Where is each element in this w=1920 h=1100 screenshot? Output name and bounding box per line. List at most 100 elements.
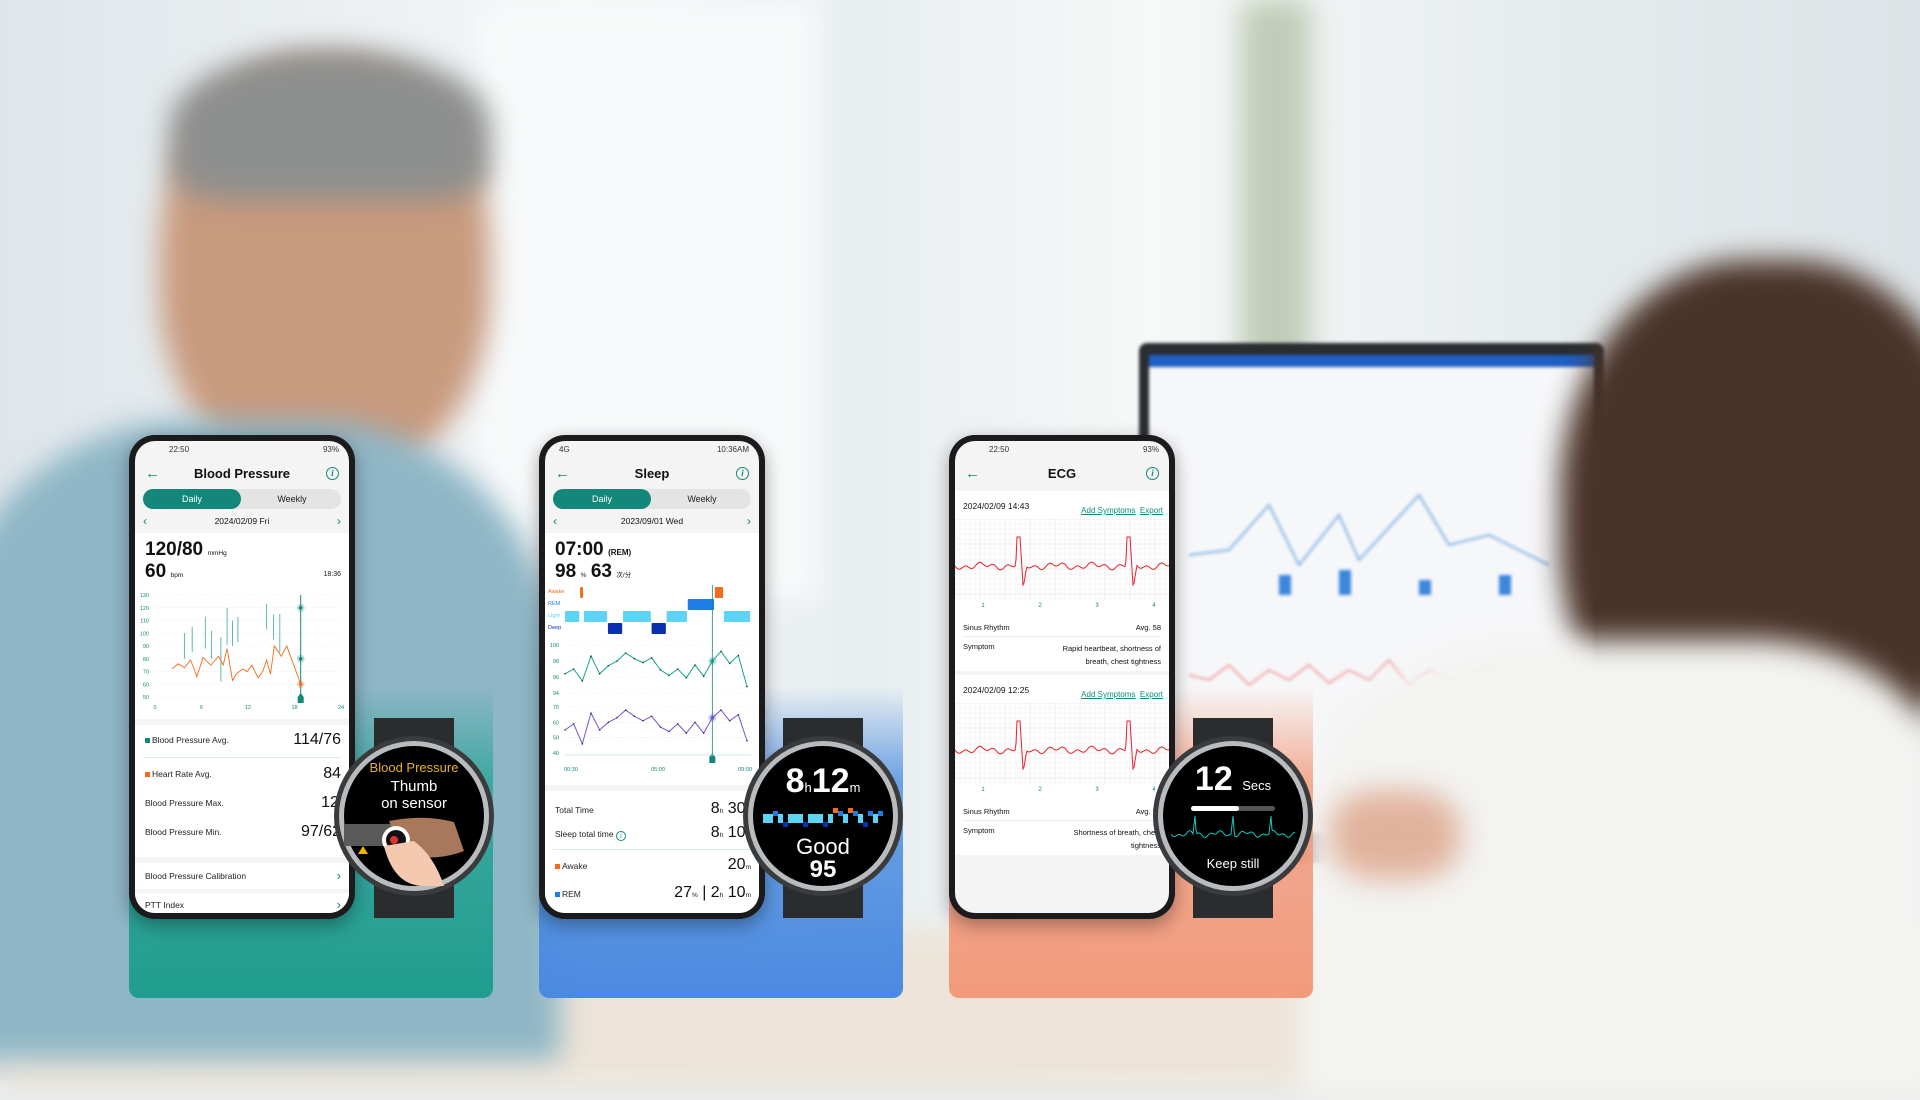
period-tabs: Daily Weekly (143, 489, 341, 509)
data-point (702, 732, 705, 734)
data-point (728, 720, 731, 722)
ptt-row[interactable]: PTT Index › (135, 893, 349, 913)
back-arrow-icon[interactable]: ← (145, 461, 160, 487)
network-indicator: 4G (559, 445, 570, 454)
sleep-stage-block (823, 822, 828, 827)
selection-point (298, 605, 303, 610)
sleep-stats-card: Total Time8h 30m Sleep total time i8h 10… (545, 791, 759, 913)
tick-label: 1 (981, 787, 985, 793)
y-tick-label: 94 (553, 691, 559, 697)
sleep-stage-block (666, 611, 687, 622)
hr-value: 60 (145, 561, 167, 582)
ecg-record[interactable]: 2024/02/09 12:25 Add Symptoms Export 1 2 3… (955, 675, 1169, 855)
ptt-label: PTT Index (145, 900, 185, 910)
x-tick-label: 12 (245, 705, 251, 711)
sleep-stage-block (607, 623, 623, 634)
selection-point (298, 682, 303, 687)
export-link[interactable]: Export (1140, 690, 1163, 699)
tick-label: 2 (1038, 603, 1042, 609)
y-tick-label: 96 (553, 675, 559, 681)
sleep-stage-block (813, 814, 818, 823)
data-point (676, 668, 679, 670)
tab-daily[interactable]: Daily (143, 489, 241, 509)
data-point (659, 726, 662, 728)
sleep-stage-block (873, 814, 878, 823)
tab-daily[interactable]: Daily (553, 489, 651, 509)
selection-handle (297, 693, 304, 703)
watch-message: Keep still (1206, 856, 1260, 871)
y-tick-label: 60 (553, 720, 559, 726)
bp-chart[interactable]: 130 120 110 100 90 80 70 60 50 0 6 12 18 24 (135, 587, 349, 719)
data-point (737, 654, 740, 657)
stat-label: Total Time (555, 805, 594, 815)
stat-label: Blood Pressure Max. (145, 798, 224, 808)
sleep-score: 95 (809, 856, 837, 883)
sleep-stage-block (848, 808, 853, 813)
back-arrow-icon[interactable]: ← (965, 461, 980, 487)
divider (963, 820, 1161, 821)
spo2-line (564, 650, 748, 687)
laptop-titlebar (1149, 355, 1594, 367)
blue-marker (555, 892, 560, 898)
ecg-record[interactable]: 2024/02/09 14:43 Add Symptoms Export 1 2 3… (955, 491, 1169, 671)
status-bar: 4G 10:36AM (545, 445, 759, 457)
sleep-stage-block (768, 814, 773, 823)
stat-value: 8 (710, 800, 720, 817)
y-tick-label: 130 (140, 593, 149, 599)
header: ← Blood Pressure i (135, 461, 349, 487)
hr-value: 63 (590, 561, 612, 582)
sleep-stage-block (878, 811, 883, 816)
chevron-left-icon[interactable]: ‹ (553, 513, 557, 529)
date-label: 2023/09/01 Wed (620, 516, 684, 526)
info-icon[interactable]: i (326, 467, 339, 480)
add-symptoms-link[interactable]: Add Symptoms (1081, 506, 1135, 515)
tab-weekly[interactable]: Weekly (243, 489, 341, 509)
chevron-right-icon[interactable]: › (337, 513, 341, 529)
ecg-progress-bar (1191, 806, 1275, 811)
data-point (668, 730, 670, 733)
y-tick-label: 98 (553, 659, 559, 665)
sleep-stage-block (714, 587, 724, 598)
data-point (572, 723, 575, 725)
orange-marker (145, 772, 150, 778)
sleep-stage-block (808, 814, 813, 823)
sleep-chart-card: 07:00 (REM) 98 % 63 次/分 Awake REM Light Dee… (545, 533, 759, 785)
sleep-hours: 8 (785, 762, 805, 800)
sleep-stage-block (798, 814, 803, 823)
chevron-right-icon[interactable]: › (747, 513, 751, 529)
stat-bp-max: Blood Pressure Max.124/102 (145, 794, 349, 811)
info-icon[interactable]: i (736, 467, 749, 480)
man-hair (170, 50, 490, 200)
sleep-stage-block (863, 822, 868, 827)
date-label: 2024/02/09 Fri (214, 516, 270, 526)
spo2-unit: % (580, 572, 587, 579)
info-icon[interactable]: i (615, 831, 626, 841)
tab-weekly[interactable]: Weekly (653, 489, 751, 509)
back-arrow-icon[interactable]: ← (555, 461, 570, 487)
x-tick-label: 00:30 (564, 767, 578, 773)
calibration-row[interactable]: Blood Pressure Calibration › (135, 863, 349, 889)
bp-phone: 22:50 93% ← Blood Pressure i Daily Weekly ‹ 2… (129, 435, 355, 919)
export-link[interactable]: Export (1140, 506, 1163, 515)
y-tick-label: 40 (553, 751, 559, 757)
chevron-left-icon[interactable]: ‹ (143, 513, 147, 529)
selection-handle (709, 753, 716, 763)
avg-heart-rate: Avg. 58 (1135, 623, 1161, 632)
info-icon[interactable]: i (1146, 467, 1159, 480)
data-point (668, 674, 670, 677)
unit: h (719, 808, 724, 815)
sleep-stage-block (583, 611, 608, 622)
symptom-text: Rapid heartbeat, shortness of breath, ch… (1062, 644, 1161, 666)
sleep-chart[interactable]: Awake REM Light Deep 100 98 96 94 70 60 50 40 00:30 0… (545, 585, 759, 785)
data-point (581, 743, 584, 745)
sleep-stage-block (858, 814, 863, 823)
sleep-stage-block (868, 811, 873, 816)
bp-screen: 22:50 93% ← Blood Pressure i Daily Weekly ‹ 2… (135, 441, 349, 913)
ecg-chart: 1234 (955, 703, 1169, 793)
sleep-stage-mini-chart (763, 808, 883, 827)
page-title: Blood Pressure (193, 466, 291, 481)
add-symptoms-link[interactable]: Add Symptoms (1081, 690, 1135, 699)
data-point (685, 677, 688, 679)
stat-label: Awake (562, 861, 588, 871)
x-tick-label: 6 (200, 705, 203, 711)
